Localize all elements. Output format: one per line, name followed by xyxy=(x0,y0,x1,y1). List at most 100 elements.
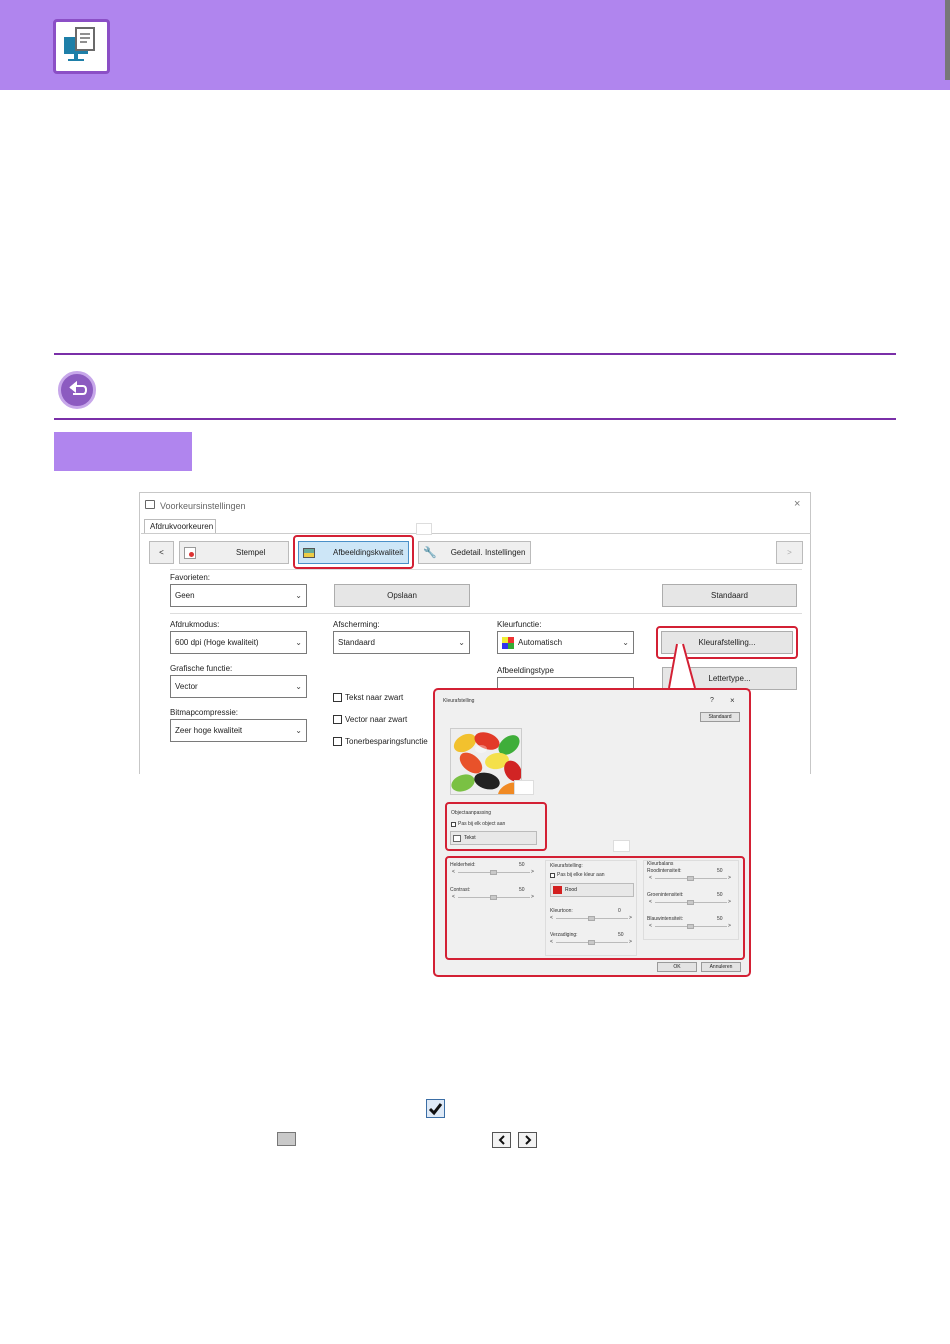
arrow-left-button-icon[interactable]: < xyxy=(550,939,553,945)
arrow-left-button-icon[interactable]: < xyxy=(649,923,652,929)
balance-section-label: Kleurbalans xyxy=(647,861,674,867)
tab-stamp-label: Stempel xyxy=(236,548,266,557)
color-checkbox-label: Pas bij elke kleur aan xyxy=(557,872,605,878)
arrow-left-button-icon[interactable]: < xyxy=(649,899,652,905)
checkbox-box[interactable] xyxy=(333,737,342,746)
separator xyxy=(170,569,802,570)
tab-print-preferences[interactable]: Afdrukvoorkeuren xyxy=(144,519,216,534)
printer-icon xyxy=(145,500,155,509)
red-label: Roodintensiteit: xyxy=(647,868,682,874)
print-mode-label: Afdrukmodus: xyxy=(170,620,220,629)
chevron-down-icon: ⌄ xyxy=(295,726,302,735)
checkbox-label: Tonerbesparingsfunctie xyxy=(345,737,428,746)
close-icon[interactable]: × xyxy=(730,696,735,705)
color-section-label: Kleurafstelling: xyxy=(550,863,583,869)
bitmap-label: Bitmapcompressie: xyxy=(170,708,239,717)
slider-thumb-icon[interactable] xyxy=(588,916,595,921)
object-section-label: Objectaanpassing xyxy=(451,810,492,816)
step-label xyxy=(54,432,192,471)
graphics-select[interactable]: Vector ⌄ xyxy=(170,675,307,698)
vector-to-black-checkbox[interactable]: Vector naar zwart xyxy=(333,715,407,724)
contrast-value: 50 xyxy=(519,887,525,893)
tab-detailed-settings-label: Gedetail. Instellingen xyxy=(450,548,526,557)
slider-thumb-icon[interactable] xyxy=(490,895,497,900)
arrow-left-button-icon[interactable]: < xyxy=(550,915,553,921)
preview-marker xyxy=(514,780,534,795)
close-icon[interactable]: × xyxy=(794,498,800,510)
graphics-label: Grafische functie: xyxy=(170,664,233,673)
checkbox-box[interactable] xyxy=(550,872,555,878)
text-to-black-checkbox[interactable]: Tekst naar zwart xyxy=(333,693,403,702)
saturation-label: Verzadiging: xyxy=(550,932,578,938)
stamp-icon xyxy=(184,546,196,559)
tab-divider xyxy=(141,533,811,534)
arrow-right-button-icon[interactable]: > xyxy=(629,939,632,945)
tab-marker xyxy=(416,523,432,535)
color-mode-select[interactable]: Automatisch ⌄ xyxy=(497,631,634,654)
screen-select[interactable]: Standaard ⌄ xyxy=(333,631,470,654)
chevron-down-icon: ⌄ xyxy=(295,682,302,691)
color-mode-icon xyxy=(502,636,514,649)
bitmap-select[interactable]: Zeer hoge kwaliteit ⌄ xyxy=(170,719,307,742)
slider-thumb-icon[interactable] xyxy=(687,900,694,905)
checkbox-box[interactable] xyxy=(333,693,342,702)
object-checkbox-label: Pas bij elk object aan xyxy=(458,821,506,827)
default-button[interactable]: Standaard xyxy=(662,584,797,607)
ok-button[interactable]: OK xyxy=(657,962,697,972)
chevron-down-icon: ⌄ xyxy=(295,591,302,600)
nav-prev-button[interactable]: < xyxy=(149,541,174,564)
preview-image xyxy=(450,728,522,795)
object-checkbox[interactable]: Pas bij elk object aan xyxy=(451,821,505,827)
arrow-right-button-icon[interactable]: > xyxy=(531,894,534,900)
scrollbar[interactable] xyxy=(945,0,950,80)
slider-thumb-icon[interactable] xyxy=(490,870,497,875)
favorites-select[interactable]: Geen ⌄ xyxy=(170,584,307,607)
color-select[interactable]: Rood xyxy=(550,883,634,897)
contrast-label: Contrast: xyxy=(450,887,471,893)
chevron-down-icon: ⌄ xyxy=(458,638,465,647)
arrow-right-button-icon[interactable]: > xyxy=(728,923,731,929)
blue-value: 50 xyxy=(717,916,723,922)
return-arrow-icon[interactable] xyxy=(58,371,96,409)
toner-save-checkbox[interactable]: Tonerbesparingsfunctie xyxy=(333,737,428,746)
tab-detailed-settings[interactable]: 🔧 Gedetail. Instellingen xyxy=(418,541,531,564)
arrow-right-button-icon[interactable]: > xyxy=(728,875,731,881)
slider-thumb-icon[interactable] xyxy=(687,924,694,929)
favorites-label: Favorieten: xyxy=(170,573,211,582)
arrow-left-button-icon xyxy=(492,1132,511,1148)
arrow-right-button-icon[interactable]: > xyxy=(629,915,632,921)
color-checkbox[interactable]: Pas bij elke kleur aan xyxy=(550,872,605,878)
save-button[interactable]: Opslaan xyxy=(334,584,470,607)
checkbox-label: Tekst naar zwart xyxy=(345,693,404,702)
default-button[interactable]: Standaard xyxy=(700,712,740,722)
help-icon[interactable]: ? xyxy=(710,697,714,704)
color-mode-value: Automatisch xyxy=(518,638,563,647)
object-value: Tekst xyxy=(464,835,476,841)
tab-image-quality[interactable]: Afbeeldingskwaliteit xyxy=(298,541,409,564)
color-value: Rood xyxy=(565,887,577,893)
nav-next-button[interactable]: > xyxy=(776,541,803,564)
arrow-left-button-icon[interactable]: < xyxy=(649,875,652,881)
bitmap-value: Zeer hoge kwaliteit xyxy=(175,726,243,735)
tab-stamp[interactable]: Stempel xyxy=(179,541,289,564)
checkbox-box[interactable] xyxy=(333,715,342,724)
slider-thumb-icon[interactable] xyxy=(588,940,595,945)
arrow-right-button-icon xyxy=(518,1132,537,1148)
red-value: 50 xyxy=(717,868,723,874)
arrow-left-button-icon[interactable]: < xyxy=(452,894,455,900)
section-marker xyxy=(613,840,630,852)
separator xyxy=(170,613,802,614)
checkbox-box[interactable] xyxy=(451,821,456,827)
slider-thumb-icon[interactable] xyxy=(687,876,694,881)
dialog-title: Voorkeursinstellingen xyxy=(160,501,246,511)
arrow-right-button-icon[interactable]: > xyxy=(728,899,731,905)
arrow-right-button-icon[interactable]: > xyxy=(531,869,534,875)
slider-thumb-icon xyxy=(277,1132,296,1146)
chevron-down-icon: ⌄ xyxy=(622,638,629,647)
object-select[interactable]: Tekst xyxy=(450,831,537,845)
arrow-left-button-icon[interactable]: < xyxy=(452,869,455,875)
divider-top xyxy=(54,353,896,355)
cancel-button[interactable]: Annuleren xyxy=(701,962,741,972)
screen-label: Afscherming: xyxy=(333,620,380,629)
print-mode-select[interactable]: 600 dpi (Hoge kwaliteit) ⌄ xyxy=(170,631,307,654)
